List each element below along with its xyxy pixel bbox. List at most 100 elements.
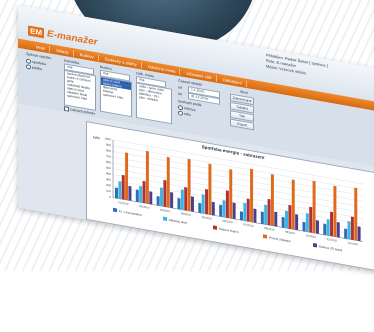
bar <box>118 181 122 200</box>
y-tick-label: 600 <box>106 160 111 165</box>
bar <box>315 220 319 234</box>
legend-swatch <box>313 243 317 248</box>
bar <box>219 204 223 217</box>
bar <box>135 189 139 203</box>
x-tick-label: 01/2010 <box>118 200 129 206</box>
bar <box>288 204 292 230</box>
bar <box>225 190 229 218</box>
bar <box>354 187 358 241</box>
bar <box>184 187 188 211</box>
legend-swatch <box>113 207 117 213</box>
bar <box>139 186 143 203</box>
bar <box>270 174 274 226</box>
y-tick-label: 100 <box>106 189 111 194</box>
bar <box>128 185 132 201</box>
x-tick-label: 12/2010 <box>348 241 359 247</box>
bar <box>145 150 149 204</box>
legend-swatch <box>263 234 267 239</box>
radio-icon <box>26 64 31 70</box>
radio-icon <box>26 58 31 65</box>
bar <box>121 174 125 200</box>
bar <box>163 179 167 207</box>
bar <box>344 228 348 239</box>
bar <box>187 158 191 212</box>
bar <box>180 189 184 211</box>
y-tick-label: 200 <box>106 183 111 188</box>
x-tick-label: 04/2010 <box>181 211 192 217</box>
y-tick-label: 900 <box>106 142 111 147</box>
bar <box>177 197 181 210</box>
bar <box>208 163 212 215</box>
y-axis-label: kWh <box>93 135 100 140</box>
bar <box>291 179 295 230</box>
grouping-option-year[interactable]: roku <box>178 110 191 117</box>
bar <box>243 202 247 222</box>
bar <box>149 191 153 205</box>
y-tick-label: 0 <box>109 195 111 199</box>
x-tick-label: 08/2010 <box>264 226 275 232</box>
sites2-listbox[interactable]: voda - sport. hala plyn - tělocvična ele… <box>136 82 172 125</box>
gridline <box>113 168 363 213</box>
bar <box>326 219 330 236</box>
bar <box>302 221 306 232</box>
bar <box>347 221 351 240</box>
x-tick-label: 10/2010 <box>306 233 317 239</box>
bar <box>330 211 334 237</box>
bar <box>211 201 215 216</box>
bar <box>125 152 129 201</box>
legend-swatch <box>163 216 167 222</box>
x-tick-label: 11/2010 <box>327 237 337 243</box>
legend-label: El. v Komunálnici <box>119 209 142 217</box>
x-tick-label: 06/2010 <box>223 219 234 225</box>
logo-mark: EM <box>28 25 44 39</box>
x-tick-label: 07/2010 <box>243 222 254 228</box>
gridline <box>113 151 363 196</box>
bar <box>198 202 202 214</box>
y-tick-label: 300 <box>106 177 111 182</box>
bar <box>201 194 205 214</box>
bar <box>115 187 118 199</box>
bar <box>205 188 209 215</box>
checkbox-icon <box>64 106 69 112</box>
x-tick-label: 09/2010 <box>285 230 296 236</box>
bar <box>170 192 174 209</box>
date-to-label: do <box>178 91 182 97</box>
legend-label: Budova ZŠ Sokol <box>319 243 342 252</box>
buildings-listbox[interactable]: správa obecních budov a zařízení jesle m… <box>64 69 96 111</box>
radio-icon <box>178 110 183 116</box>
bar <box>312 180 316 234</box>
bar <box>264 204 268 225</box>
bar <box>309 206 313 233</box>
bar <box>267 198 271 226</box>
bar <box>253 208 257 223</box>
user-info: Přihlášen: Radek Šebor [ správce ] Role:… <box>266 52 328 80</box>
x-tick-label: 02/2010 <box>139 204 150 210</box>
y-tick-label: 500 <box>106 166 111 171</box>
bar <box>285 210 289 229</box>
bar <box>336 222 340 238</box>
y-tick-label: 700 <box>106 154 111 159</box>
bar <box>240 211 243 221</box>
legend-swatch <box>213 225 217 230</box>
actions-header: Akce <box>240 89 248 95</box>
bar <box>232 202 236 220</box>
bar <box>333 185 337 237</box>
bar <box>281 216 285 228</box>
bar <box>295 214 299 231</box>
bar <box>156 196 160 206</box>
bar <box>142 180 146 204</box>
legend-label: Provoz Základní <box>269 236 291 244</box>
bar <box>246 198 250 222</box>
bar <box>274 211 278 227</box>
bar <box>260 211 264 225</box>
bar <box>229 169 233 219</box>
bar <box>357 226 361 242</box>
legend-label: Městský úřad <box>169 218 187 225</box>
bar <box>305 213 309 233</box>
y-tick-label: 800 <box>106 148 111 153</box>
bar <box>166 156 170 208</box>
bar <box>190 196 194 212</box>
bar <box>222 200 226 218</box>
bar <box>250 168 254 223</box>
sites-listbox[interactable]: obecní úřad školní jídelna tělocvična ko… <box>100 76 132 118</box>
